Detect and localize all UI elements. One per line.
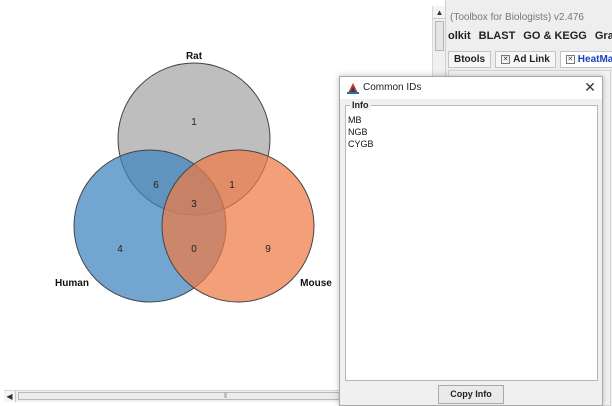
- app-menubar: olkit BLAST GO & KEGG Grap: [446, 30, 612, 48]
- close-icon[interactable]: ✕: [582, 79, 598, 95]
- dialog-title: Common IDs: [363, 82, 422, 93]
- menu-item-graph[interactable]: Grap: [595, 30, 612, 48]
- screen: Rat Human Mouse 1 4 9 6 1 0 3 ▲ ◀ ⦀ (Too…: [0, 0, 612, 406]
- tab-heatmap[interactable]: ✕ HeatMap: [559, 51, 612, 68]
- venn-count-all-three: 3: [191, 199, 197, 210]
- tab-btools[interactable]: Btools: [448, 51, 492, 68]
- vertical-scroll-thumb[interactable]: [435, 21, 444, 51]
- id-list[interactable]: MB NGB CYGB: [348, 114, 588, 150]
- venn-count-human-only: 4: [117, 244, 123, 255]
- venn-count-human-rat: 6: [153, 180, 159, 191]
- list-item: MB: [348, 115, 362, 125]
- scroll-grip-icon: ⦀: [224, 393, 228, 400]
- info-group: Info MB NGB CYGB: [345, 100, 598, 381]
- list-item: NGB: [348, 127, 368, 137]
- copy-info-button[interactable]: Copy Info: [438, 385, 504, 404]
- close-tab-icon[interactable]: ✕: [501, 55, 511, 64]
- app-icon: [347, 83, 359, 94]
- venn-count-rat-mouse: 1: [229, 180, 235, 191]
- dialog-body: Info MB NGB CYGB Copy Info: [340, 99, 602, 405]
- list-item: CYGB: [348, 139, 374, 149]
- venn-set-label-human: Human: [55, 278, 89, 289]
- venn-circle-mouse: [161, 149, 315, 303]
- menu-item-blast[interactable]: BLAST: [479, 30, 516, 48]
- venn-set-label-mouse: Mouse: [300, 278, 332, 289]
- close-tab-icon[interactable]: ✕: [565, 55, 575, 64]
- tab-label: Ad Link: [513, 54, 550, 65]
- venn-count-rat-only: 1: [191, 117, 197, 128]
- venn-set-label-rat: Rat: [186, 51, 203, 62]
- dialog-titlebar[interactable]: Common IDs ✕: [340, 77, 602, 99]
- tab-label: Btools: [454, 54, 486, 65]
- arrow-left-icon[interactable]: ◀: [4, 391, 16, 402]
- venn-count-human-mouse: 0: [191, 244, 197, 255]
- app-window-title: (Toolbox for Biologists) v2.476: [450, 12, 584, 23]
- app-tabbar: Btools ✕ Ad Link ✕ HeatMap: [446, 51, 612, 69]
- tab-ad-link[interactable]: ✕ Ad Link: [495, 51, 556, 68]
- common-ids-dialog: Common IDs ✕ Info MB NGB CYGB Copy Info: [339, 76, 603, 406]
- venn-count-mouse-only: 9: [265, 244, 271, 255]
- menu-item-toolkit[interactable]: olkit: [448, 30, 471, 48]
- menu-item-go-kegg[interactable]: GO & KEGG: [523, 30, 587, 48]
- tab-label: HeatMap: [577, 54, 612, 65]
- info-group-label: Info: [350, 100, 371, 110]
